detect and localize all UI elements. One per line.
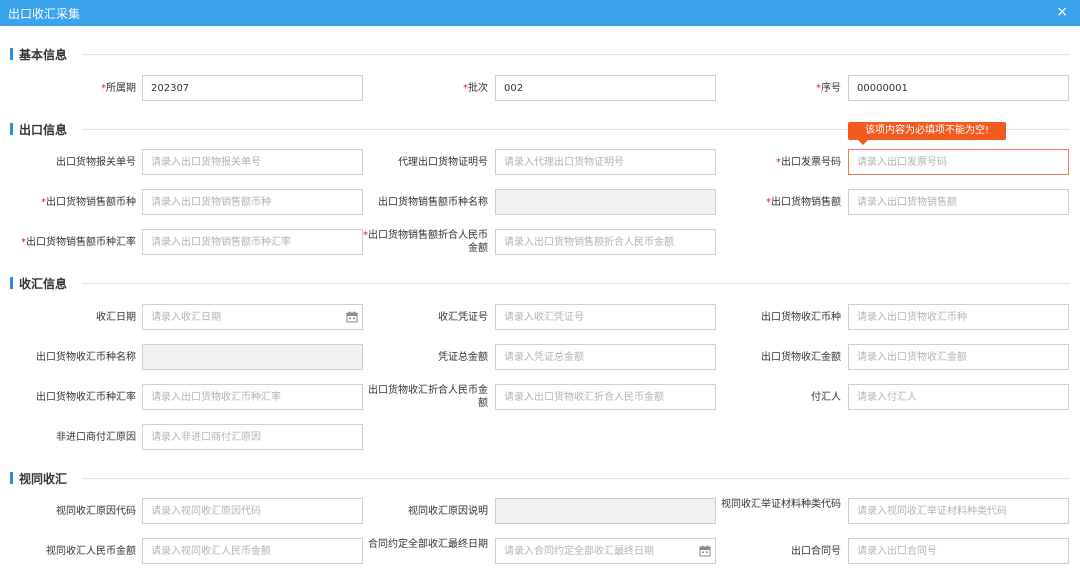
section-deemed-receipt: 视同收汇 — [10, 470, 1070, 486]
seq-input[interactable] — [848, 75, 1069, 101]
sales-rate-label: * 出口货物销售额币种汇率 — [21, 236, 136, 248]
section-title: 出口信息 — [19, 123, 68, 137]
section-marker — [10, 48, 13, 60]
seq-label: * 序号 — [816, 82, 841, 94]
agent-cert-label: 代理出口货物证明号 — [398, 156, 488, 168]
receipt-date-input[interactable] — [142, 304, 363, 330]
invoice-no-label: * 出口发票号码 — [776, 156, 841, 168]
sales-amount-label: * 出口货物销售额 — [766, 196, 841, 208]
deemed-material-label: 视同收汇举证材料种类代码 — [721, 499, 841, 510]
non-importer-reason-label: 非进口商付汇原因 — [56, 431, 136, 443]
sales-currency-input[interactable] — [142, 189, 363, 215]
deemed-reason-desc-label: 视同收汇原因说明 — [408, 505, 488, 517]
section-marker — [10, 277, 13, 289]
customs-no-label: 出口货物报关单号 — [56, 156, 136, 168]
dialog-titlebar: 出口收汇采集 × — [0, 0, 1080, 26]
batch-label: * 批次 — [463, 82, 488, 94]
agent-cert-input[interactable] — [495, 149, 716, 175]
section-title: 基本信息 — [19, 48, 68, 62]
deemed-reason-code-input[interactable] — [142, 498, 363, 524]
deemed-rmb-input[interactable] — [142, 538, 363, 564]
receipt-rate-label: 出口货物收汇币种汇率 — [36, 391, 136, 403]
section-basic-info: 基本信息 — [10, 46, 1070, 62]
receipt-currency-name-input — [142, 344, 363, 370]
receipt-currency-label: 出口货物收汇币种 — [761, 311, 841, 323]
section-marker — [10, 472, 13, 484]
receipt-amount-input[interactable] — [848, 344, 1069, 370]
section-receipt-info: 收汇信息 — [10, 275, 1070, 291]
receipt-voucher-input[interactable] — [495, 304, 716, 330]
sales-rate-input[interactable] — [142, 229, 363, 255]
deemed-material-input[interactable] — [848, 498, 1069, 524]
close-icon[interactable]: × — [1056, 4, 1068, 20]
customs-no-input[interactable] — [142, 149, 363, 175]
voucher-total-label: 凭证总金额 — [438, 351, 488, 363]
calendar-icon[interactable] — [699, 545, 711, 557]
section-divider — [82, 478, 1070, 479]
contract-no-input[interactable] — [848, 538, 1069, 564]
receipt-rmb-label: 出口货物收汇折合人民币金额 — [368, 385, 488, 409]
receipt-rate-input[interactable] — [142, 384, 363, 410]
sales-currency-name-input — [495, 189, 716, 215]
receipt-rmb-input[interactable] — [495, 384, 716, 410]
sales-currency-name-label: 出口货物销售额币种名称 — [378, 196, 488, 208]
validation-tooltip: 该项内容为必填项不能为空! — [848, 122, 1006, 145]
sales-rmb-input[interactable] — [495, 229, 716, 255]
sales-currency-label: * 出口货物销售额币种 — [41, 196, 136, 208]
invoice-no-input[interactable] — [848, 149, 1069, 175]
section-title: 视同收汇 — [19, 472, 68, 486]
receipt-currency-name-label: 出口货物收汇币种名称 — [36, 351, 136, 363]
payer-input[interactable] — [848, 384, 1069, 410]
voucher-total-input[interactable] — [495, 344, 716, 370]
receipt-amount-label: 出口货物收汇金额 — [761, 351, 841, 363]
receipt-voucher-label: 收汇凭证号 — [438, 311, 488, 323]
final-date-input[interactable] — [495, 538, 716, 564]
contract-no-label: 出口合同号 — [791, 545, 841, 557]
period-label: * 所属期 — [101, 82, 136, 94]
section-marker — [10, 123, 13, 135]
deemed-reason-code-label: 视同收汇原因代码 — [56, 505, 136, 517]
final-date-label: 合同约定全部收汇最终日期 — [368, 539, 488, 550]
dialog-title: 出口收汇采集 — [8, 7, 81, 21]
section-divider — [82, 283, 1070, 284]
receipt-date-label: 收汇日期 — [96, 311, 136, 323]
batch-input[interactable] — [495, 75, 716, 101]
period-input[interactable] — [142, 75, 363, 101]
section-title: 收汇信息 — [19, 277, 68, 291]
deemed-reason-desc-input — [495, 498, 716, 524]
receipt-currency-input[interactable] — [848, 304, 1069, 330]
sales-rmb-label: *出口货物销售额折合人民币金额 — [363, 230, 488, 254]
non-importer-reason-input[interactable] — [142, 424, 363, 450]
calendar-icon[interactable] — [346, 311, 358, 323]
deemed-rmb-label: 视同收汇人民币金额 — [46, 545, 136, 557]
payer-label: 付汇人 — [811, 391, 841, 403]
sales-amount-input[interactable] — [848, 189, 1069, 215]
section-divider — [82, 54, 1070, 55]
